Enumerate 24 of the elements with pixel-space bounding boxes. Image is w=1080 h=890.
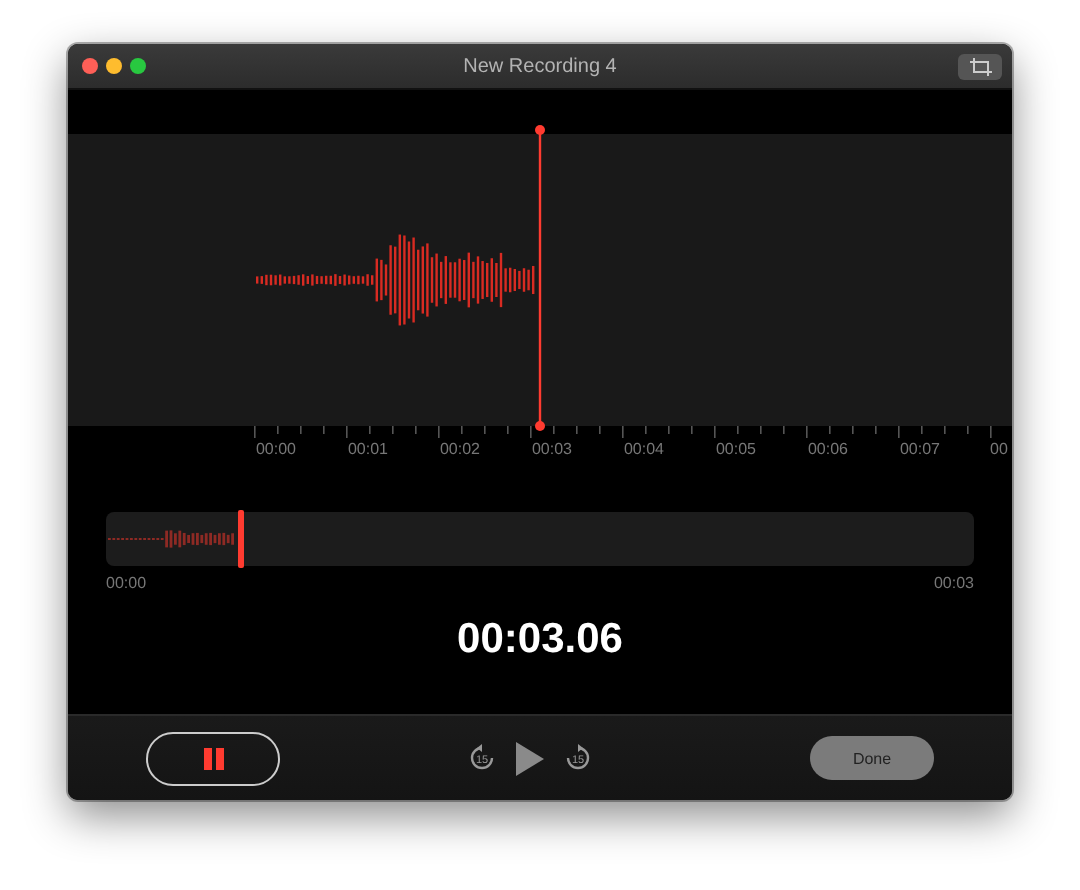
time-label: 00:00: [253, 440, 299, 458]
time-label: 00:03: [529, 440, 575, 458]
playhead[interactable]: [532, 124, 548, 434]
minimize-button[interactable]: [106, 58, 122, 74]
time-label: 00: [990, 440, 1008, 458]
start-time: 00:00: [106, 574, 147, 592]
time-label: 00:05: [713, 440, 759, 458]
done-button[interactable]: Done: [810, 736, 934, 780]
play-button[interactable]: [516, 741, 544, 775]
overview-track[interactable]: [106, 512, 974, 566]
time-label: 00:04: [621, 440, 667, 458]
crop-icon: [969, 57, 991, 75]
time-label: 00:07: [897, 440, 943, 458]
zoom-button[interactable]: [130, 58, 146, 74]
pause-icon: [203, 747, 223, 769]
elapsed-time: 00:03.06: [455, 616, 625, 666]
trim-button[interactable]: [958, 53, 1002, 79]
time-label: 00:02: [437, 440, 483, 458]
end-time: 00:03: [933, 574, 974, 592]
time-label: 00:06: [805, 440, 851, 458]
pause-button[interactable]: [146, 731, 280, 785]
time-label: 00:01: [345, 440, 391, 458]
close-button[interactable]: [82, 58, 98, 74]
window-title: New Recording 4: [463, 55, 617, 77]
